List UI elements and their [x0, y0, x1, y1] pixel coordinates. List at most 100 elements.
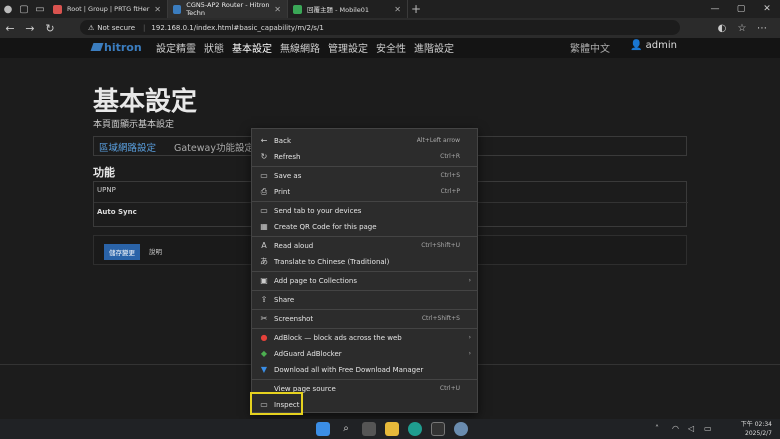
logo-text: hitron — [104, 41, 142, 54]
tab-mobile01[interactable]: 回覆主題 - Mobile01 ✕ — [288, 0, 408, 18]
menu-item-share[interactable]: ⇪ Share — [252, 292, 477, 307]
tab-actions-icon[interactable]: ▭ — [32, 0, 48, 18]
clock-time: 下午 02:34 — [740, 421, 772, 428]
refresh-icon: ↻ — [260, 152, 268, 161]
page-subtitle: 本頁面顯示基本設定 — [93, 120, 175, 130]
terminal-icon[interactable] — [431, 422, 445, 436]
menu-separator — [252, 328, 477, 329]
menu-item-label: Inspect — [274, 400, 300, 409]
hitron-logo[interactable]: hitron — [90, 41, 142, 54]
tab-router[interactable]: CGN5-AP2 Router - Hitron Techn ✕ — [168, 0, 288, 18]
close-tab-icon[interactable]: ✕ — [154, 5, 161, 14]
collections-icon: ▣ — [260, 276, 268, 285]
menu-item-back[interactable]: ← Back Alt+Left arrow — [252, 133, 477, 148]
tab-lan-settings[interactable]: 區域網路設定 — [99, 140, 156, 154]
start-icon[interactable] — [316, 422, 330, 436]
menu-separator — [252, 166, 477, 167]
new-tab-button[interactable]: + — [408, 0, 424, 18]
not-secure-label[interactable]: Not secure — [97, 24, 135, 32]
router-favicon — [173, 4, 182, 14]
main-menu: 設定精靈 狀態 基本設定 無線網路 管理設定 安全性 進階設定 — [156, 40, 462, 55]
user-menu[interactable]: 👤 admin — [630, 40, 677, 51]
menu-status[interactable]: 狀態 — [204, 40, 224, 55]
menu-item-screenshot[interactable]: ✂ Screenshot Ctrl+Shift+S — [252, 311, 477, 326]
minimize-icon[interactable]: — — [702, 0, 728, 18]
menu-item-collections[interactable]: ▣ Add page to Collections › — [252, 273, 477, 288]
copilot-icon[interactable]: ◐ — [712, 23, 732, 34]
submenu-arrow-icon: › — [468, 350, 471, 357]
menu-item-refresh[interactable]: ↻ Refresh Ctrl+R — [252, 149, 477, 164]
toolbar-right: ◐ ☆ ⋯ — [712, 18, 772, 38]
close-tab-icon[interactable]: ✕ — [274, 5, 281, 14]
tab-label: 回覆主題 - Mobile01 — [307, 6, 370, 14]
section-title: 功能 — [93, 166, 115, 179]
profile-icon[interactable]: ● — [0, 0, 16, 18]
more-icon[interactable]: ⋯ — [752, 23, 772, 34]
tray-chevron-icon[interactable]: ˄ — [655, 424, 659, 433]
menu-wizard[interactable]: 設定精靈 — [156, 40, 196, 55]
clock[interactable]: 下午 02:34 2025/2/7 — [741, 420, 772, 438]
menu-item-read-aloud[interactable]: A Read aloud Ctrl+Shift+U — [252, 238, 477, 253]
maximize-icon[interactable]: ▢ — [728, 0, 754, 18]
menu-item-label: Screenshot — [274, 314, 314, 323]
menu-item-adblock[interactable]: ● AdBlock — block ads across the web › — [252, 330, 477, 345]
back-icon[interactable]: ← — [0, 22, 20, 35]
menu-item-qr-code[interactable]: ▦ Create QR Code for this page — [252, 219, 477, 234]
tab-gateway-settings[interactable]: Gateway功能設定 — [174, 140, 254, 154]
adblock-icon: ● — [260, 333, 268, 342]
router-top-nav: hitron 設定精靈 狀態 基本設定 無線網路 管理設定 安全性 進階設定 繁… — [0, 38, 780, 58]
menu-item-label: Send tab to your devices — [274, 206, 362, 215]
task-view-icon[interactable] — [362, 422, 376, 436]
autosync-label: Auto Sync — [97, 208, 137, 216]
menu-advanced[interactable]: 進階設定 — [414, 40, 454, 55]
language-select[interactable]: 繁體中文 — [570, 40, 610, 55]
window-controls: — ▢ ✕ — [702, 0, 780, 18]
logo-mark — [90, 43, 104, 51]
user-icon: 👤 — [630, 40, 646, 51]
menu-item-print[interactable]: ⎙ Print Ctrl+P — [252, 184, 477, 199]
url-field[interactable]: ⚠ Not secure | 192.168.0.1/index.html#ba… — [80, 20, 680, 35]
menu-admin[interactable]: 管理設定 — [328, 40, 368, 55]
volume-icon[interactable]: ◁ — [688, 424, 694, 433]
save-button[interactable]: 儲存變更 — [104, 244, 140, 260]
close-tab-icon[interactable]: ✕ — [394, 5, 401, 14]
menu-item-fdm[interactable]: ▼ Download all with Free Download Manager — [252, 362, 477, 377]
menu-item-save-as[interactable]: ▭ Save as Ctrl+S — [252, 168, 477, 183]
menu-item-shortcut: Ctrl+Shift+S — [421, 315, 460, 322]
close-window-icon[interactable]: ✕ — [754, 0, 780, 18]
menu-item-label: Create QR Code for this page — [274, 222, 377, 231]
wifi-icon[interactable]: ◠ — [672, 424, 679, 433]
menu-separator — [252, 236, 477, 237]
help-link[interactable]: 說明 — [149, 246, 162, 256]
devices-icon: ▭ — [260, 206, 268, 215]
read-aloud-icon: A — [261, 241, 267, 250]
tab-prtg[interactable]: Root | Group | PRTG ftHer ✕ — [48, 0, 168, 18]
menu-separator — [252, 290, 477, 291]
workspaces-icon[interactable]: ▢ — [16, 0, 32, 18]
menu-wireless[interactable]: 無線網路 — [280, 40, 320, 55]
favorites-icon[interactable]: ☆ — [732, 23, 752, 34]
settings-icon[interactable] — [454, 422, 468, 436]
menu-item-label: Translate to Chinese (Traditional) — [274, 257, 390, 266]
prtg-favicon — [53, 4, 62, 14]
menu-separator — [252, 379, 477, 380]
menu-security[interactable]: 安全性 — [376, 40, 406, 55]
screenshot-icon: ✂ — [260, 314, 268, 323]
menu-item-send-tab[interactable]: ▭ Send tab to your devices — [252, 203, 477, 218]
warning-icon[interactable]: ⚠ — [88, 24, 94, 32]
edge-icon[interactable] — [408, 422, 422, 436]
address-bar-row: ← → ↻ ⚠ Not secure | 192.168.0.1/index.h… — [0, 18, 780, 38]
menu-item-adguard[interactable]: ◆ AdGuard AdBlocker › — [252, 346, 477, 361]
forward-icon[interactable]: → — [20, 22, 40, 35]
back-icon: ← — [260, 136, 268, 145]
menu-item-label: Download all with Free Download Manager — [274, 365, 424, 374]
refresh-icon[interactable]: ↻ — [40, 22, 60, 35]
file-explorer-icon[interactable] — [385, 422, 399, 436]
url-text[interactable]: 192.168.0.1/index.html#basic_capability/… — [151, 24, 323, 32]
menu-basic[interactable]: 基本設定 — [232, 40, 272, 55]
menu-item-translate[interactable]: あ Translate to Chinese (Traditional) — [252, 254, 477, 269]
battery-icon[interactable]: ▭ — [704, 424, 712, 433]
inspect-highlight-box — [250, 392, 303, 415]
search-icon[interactable]: ⌕ — [339, 422, 353, 436]
submenu-arrow-icon: › — [468, 277, 471, 284]
